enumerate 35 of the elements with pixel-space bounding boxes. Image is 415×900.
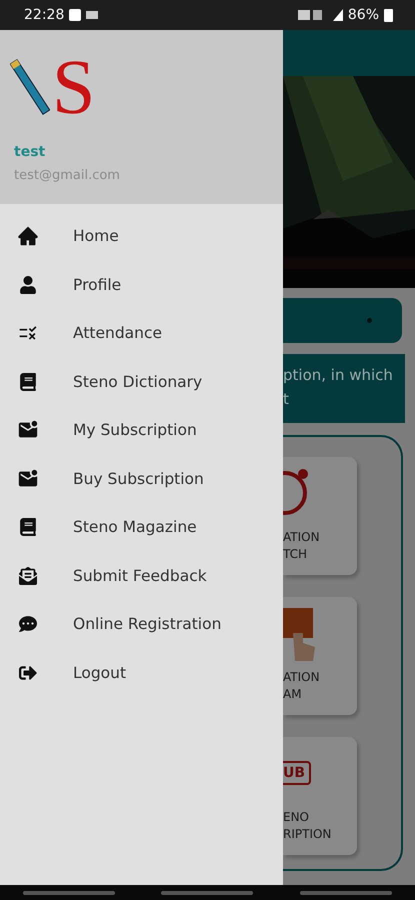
- menu-item[interactable]: Profile: [0, 260, 283, 309]
- card-label: ENO: [283, 808, 310, 826]
- menu-item[interactable]: Home: [0, 212, 283, 260]
- card-label: ATION: [283, 668, 320, 686]
- book-icon: [17, 370, 39, 393]
- logo-letter: S: [52, 52, 96, 122]
- menu-item[interactable]: Buy Subscription: [0, 454, 283, 503]
- alarm-clock-icon: [283, 468, 311, 518]
- envelope-icon: [17, 564, 39, 587]
- signal-icon: [332, 9, 343, 21]
- user-name: test: [14, 144, 46, 160]
- sub-badge: UB: [283, 760, 312, 785]
- menu-item[interactable]: Steno Dictionary: [0, 358, 283, 406]
- notice-text: ption, in which: [283, 366, 394, 384]
- menu-item[interactable]: Attendance: [0, 309, 283, 358]
- dropdown[interactable]: [283, 298, 402, 343]
- menu-item[interactable]: Steno Magazine: [0, 503, 283, 552]
- menu-item[interactable]: Submit Feedback: [0, 552, 283, 600]
- home-icon: [17, 225, 39, 248]
- book-icon: [17, 516, 39, 538]
- card-label: ATION: [283, 528, 320, 546]
- notice-text: t: [283, 390, 290, 408]
- card-label: TCH: [283, 546, 308, 563]
- card-label: RIPTION: [283, 826, 332, 843]
- card-label: AM: [283, 686, 302, 703]
- person-icon: [17, 274, 39, 296]
- feature-card[interactable]: ATION AM: [283, 596, 357, 715]
- feature-card[interactable]: ATION TCH: [283, 456, 357, 575]
- user-email: test@gmail.com: [14, 168, 121, 183]
- menu-item[interactable]: My Subscription: [0, 406, 283, 454]
- clock: 22:28: [24, 7, 64, 23]
- feature-card[interactable]: UB ENO RIPTION: [283, 736, 357, 855]
- battery-level: 86%: [348, 7, 379, 23]
- menu-item[interactable]: Online Registration: [0, 600, 283, 648]
- menu-item[interactable]: Logout: [0, 648, 283, 697]
